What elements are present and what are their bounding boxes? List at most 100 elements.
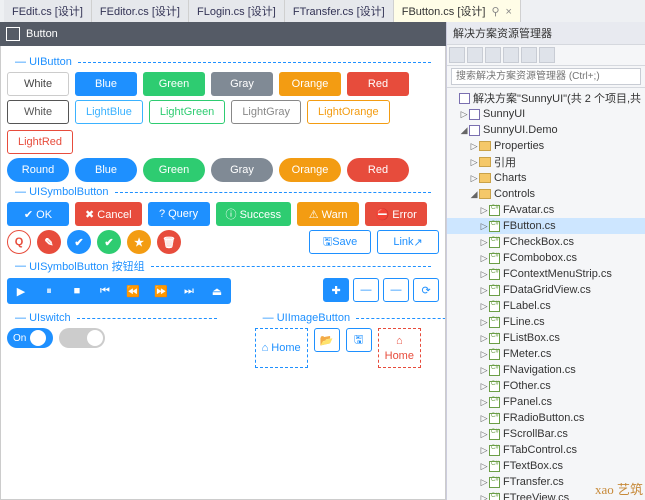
tab-close-icon[interactable]: ×: [506, 6, 512, 18]
tree-node[interactable]: ▷FContextMenuStrip.cs: [447, 266, 645, 282]
section-uisymbol: UISymbolButton: [29, 186, 108, 198]
tb-collapse-icon[interactable]: [485, 47, 501, 63]
tb-showall-icon[interactable]: [503, 47, 519, 63]
circle-btn[interactable]: ★: [127, 230, 151, 254]
tab-fbutton[interactable]: FButton.cs [设计]⚲×: [394, 0, 521, 22]
btn-green[interactable]: Green: [143, 158, 205, 182]
form-titlebar: Button: [0, 22, 446, 46]
tb-properties-icon[interactable]: [521, 47, 537, 63]
tree-node[interactable]: ▷FMeter.cs: [447, 346, 645, 362]
media-btn[interactable]: ⏭: [175, 278, 203, 304]
btn-gray[interactable]: Gray: [211, 158, 273, 182]
btn-green[interactable]: Green: [143, 72, 205, 96]
form-title: Button: [26, 28, 58, 40]
tree-node[interactable]: ▷SunnyUI: [447, 106, 645, 122]
media-toolbar: ▶⏸■⏮⏪⏩⏭⏏: [7, 278, 231, 304]
btn-cancel[interactable]: ✖ Cancel: [75, 202, 142, 226]
btn-red[interactable]: Red: [347, 158, 409, 182]
media-btn[interactable]: ⏏: [203, 278, 231, 304]
btn-success[interactable]: ⓘ Success: [216, 202, 292, 226]
tree-node[interactable]: ▷引用: [447, 154, 645, 170]
media-btn[interactable]: ⏪: [119, 278, 147, 304]
tree-node[interactable]: ▷FNavigation.cs: [447, 362, 645, 378]
btn-red[interactable]: Red: [347, 72, 409, 96]
tree-node[interactable]: ▷FButton.cs: [447, 218, 645, 234]
tb-home-icon[interactable]: [449, 47, 465, 63]
media-btn[interactable]: ■: [63, 278, 91, 304]
tree-node[interactable]: ▷FDataGridView.cs: [447, 282, 645, 298]
save-button[interactable]: 🖫 Save: [309, 230, 371, 254]
tab-feditor[interactable]: FEditor.cs [设计]: [92, 0, 189, 22]
btn-orange[interactable]: Orange: [279, 72, 341, 96]
link-button[interactable]: Link ↗: [377, 230, 439, 254]
btn-error[interactable]: ⛔ Error: [365, 202, 427, 226]
switch-on[interactable]: On: [7, 328, 53, 348]
btn-ok[interactable]: ✔ OK: [7, 202, 69, 226]
btn-round[interactable]: Round: [7, 158, 69, 182]
tree-node[interactable]: ◢Controls: [447, 186, 645, 202]
btn-query[interactable]: ? Query: [148, 202, 210, 226]
mini-btn[interactable]: —: [383, 278, 409, 302]
tb-view-icon[interactable]: [539, 47, 555, 63]
btn-gray[interactable]: Gray: [211, 72, 273, 96]
section-uiswitch: UIswitch: [29, 312, 71, 324]
media-btn[interactable]: ⏮: [91, 278, 119, 304]
section-uibutton: UIButton: [29, 56, 72, 68]
tree-node[interactable]: ▷FOther.cs: [447, 378, 645, 394]
btn-blue[interactable]: Blue: [75, 72, 137, 96]
btn-lightgreen[interactable]: LightGreen: [149, 100, 225, 124]
tree-node[interactable]: ▷FCheckBox.cs: [447, 234, 645, 250]
btn-lightorange[interactable]: LightOrange: [307, 100, 390, 124]
btn-lightgray[interactable]: LightGray: [231, 100, 301, 124]
media-btn[interactable]: ▶: [7, 278, 35, 304]
tree-node[interactable]: ◢SunnyUI.Demo: [447, 122, 645, 138]
btn-orange[interactable]: Orange: [279, 158, 341, 182]
tree-node[interactable]: ▷Charts: [447, 170, 645, 186]
tab-fedit[interactable]: FEdit.cs [设计]: [4, 0, 92, 22]
tree-node[interactable]: ▷FPanel.cs: [447, 394, 645, 410]
mini-btn[interactable]: ✚: [323, 278, 349, 302]
btn-white[interactable]: White: [7, 72, 69, 96]
tree-node[interactable]: ▷FScrollBar.cs: [447, 426, 645, 442]
tree-node[interactable]: ▷FCombobox.cs: [447, 250, 645, 266]
imgbtn-save-icon[interactable]: 🖫: [346, 328, 372, 352]
tree-node[interactable]: ▷FAvatar.cs: [447, 202, 645, 218]
solution-tree[interactable]: 解决方案"SunnyUI"(共 2 个项目,共▷SunnyUI◢SunnyUI.…: [447, 88, 645, 500]
designer-surface: Button — UIButton WhiteBlueGreenGrayOran…: [0, 22, 446, 500]
btn-warn[interactable]: ⚠ Warn: [297, 202, 359, 226]
media-btn[interactable]: ⏩: [147, 278, 175, 304]
imgbtn-home-red[interactable]: ⌂Home: [378, 328, 421, 368]
btn-lightred[interactable]: LightRed: [7, 130, 73, 154]
btn-lightblue[interactable]: LightBlue: [75, 100, 143, 124]
media-btn[interactable]: ⏸: [35, 278, 63, 304]
tree-node[interactable]: ▷FLabel.cs: [447, 298, 645, 314]
imgbtn-open-icon[interactable]: 📂: [314, 328, 340, 352]
circle-btn[interactable]: Q: [7, 230, 31, 254]
tree-node[interactable]: ▷Properties: [447, 138, 645, 154]
tab-pin-icon[interactable]: ⚲: [491, 6, 499, 18]
tree-node[interactable]: ▷FTabControl.cs: [447, 442, 645, 458]
tree-node[interactable]: ▷FLine.cs: [447, 314, 645, 330]
circle-btn[interactable]: ✔: [67, 230, 91, 254]
mini-btn[interactable]: —: [353, 278, 379, 302]
tb-refresh-icon[interactable]: [467, 47, 483, 63]
tab-flogin[interactable]: FLogin.cs [设计]: [189, 0, 285, 22]
panel-title: 解决方案资源管理器: [447, 22, 645, 45]
btn-white[interactable]: White: [7, 100, 69, 124]
circle-btn[interactable]: 🗑: [157, 230, 181, 254]
search-input[interactable]: [451, 68, 641, 85]
tree-node[interactable]: ▷FRadioButton.cs: [447, 410, 645, 426]
tree-node[interactable]: 解决方案"SunnyUI"(共 2 个项目,共: [447, 90, 645, 106]
tab-ftransfer[interactable]: FTransfer.cs [设计]: [285, 0, 394, 22]
mini-btn[interactable]: ⟳: [413, 278, 439, 302]
btn-blue[interactable]: Blue: [75, 158, 137, 182]
circle-btn[interactable]: ✎: [37, 230, 61, 254]
tree-node[interactable]: ▷FTextBox.cs: [447, 458, 645, 474]
tree-node[interactable]: ▷FListBox.cs: [447, 330, 645, 346]
solution-explorer: 解决方案资源管理器 解决方案"SunnyUI"(共 2 个项目,共▷SunnyU…: [446, 22, 645, 500]
section-uisymbolgroup: UISymbolButton 按钮组: [29, 258, 145, 274]
switch-off[interactable]: [59, 328, 105, 348]
imgbtn-home[interactable]: ⌂ Home: [255, 328, 308, 368]
circle-btn[interactable]: ✔: [97, 230, 121, 254]
panel-toolbar: [447, 45, 645, 66]
